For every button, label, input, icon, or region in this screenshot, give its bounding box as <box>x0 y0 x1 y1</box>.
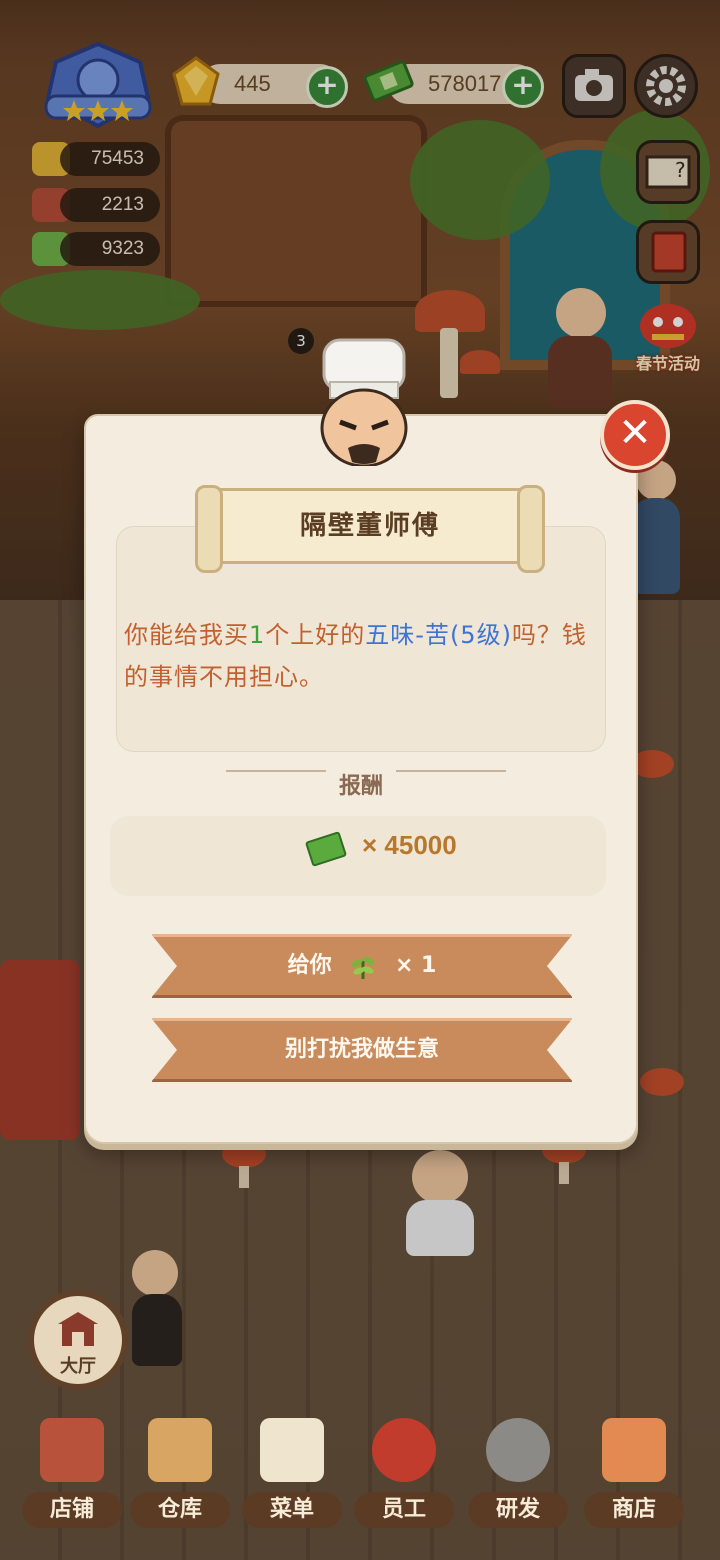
nav-label: 商店 <box>584 1492 684 1528</box>
staff-icon <box>372 1418 436 1482</box>
close-button[interactable]: ✕ <box>600 400 670 470</box>
nav-label: 员工 <box>354 1492 454 1528</box>
npc-chef-portrait <box>306 336 422 468</box>
give-qty: × 1 <box>394 953 437 978</box>
wok-icon <box>486 1418 550 1482</box>
lobby-button[interactable]: 大厅 <box>28 1290 128 1390</box>
give-label: 给你 <box>287 953 332 978</box>
request-qty: 1 <box>249 621 266 649</box>
nav-label: 菜单 <box>242 1492 342 1528</box>
building-icon <box>58 1312 98 1346</box>
reward-panel <box>110 816 606 896</box>
nav-shop-front[interactable]: 店铺 <box>22 1418 122 1528</box>
lobby-label: 大厅 <box>60 1356 96 1377</box>
herb-icon <box>351 957 375 979</box>
close-icon: ✕ <box>618 410 652 456</box>
storefront-icon <box>40 1418 104 1482</box>
nav-label: 研发 <box>468 1492 568 1528</box>
request-item: 五味-苦(5级) <box>365 621 512 649</box>
nav-label: 仓库 <box>130 1492 230 1528</box>
nav-label: 店铺 <box>22 1492 122 1528</box>
reward-label: 报酬 <box>338 774 383 799</box>
nav-menu[interactable]: 菜单 <box>242 1418 342 1528</box>
request-message: 你能给我买1个上好的五味-苦(5级)吗？钱的事情不用担心。 <box>124 614 602 698</box>
npc-name-banner: 隔壁董师傅 <box>195 485 545 573</box>
nav-warehouse[interactable]: 仓库 <box>130 1418 230 1528</box>
request-prefix: 你能给我买 <box>124 621 249 649</box>
npc-name: 隔壁董师傅 <box>299 511 440 541</box>
refuse-button[interactable]: 别打扰我做生意 <box>151 1018 573 1082</box>
nav-research[interactable]: 研发 <box>468 1418 568 1528</box>
boxes-icon <box>148 1418 212 1482</box>
request-mid: 个上好的 <box>265 621 366 649</box>
nav-store[interactable]: 商店 <box>584 1418 684 1528</box>
shop-icon <box>602 1418 666 1482</box>
reward-amount: × 45000 <box>362 830 457 860</box>
nav-staff[interactable]: 员工 <box>354 1418 454 1528</box>
give-item-button[interactable]: 给你 × 1 <box>151 934 573 998</box>
clipboard-icon <box>260 1418 324 1482</box>
